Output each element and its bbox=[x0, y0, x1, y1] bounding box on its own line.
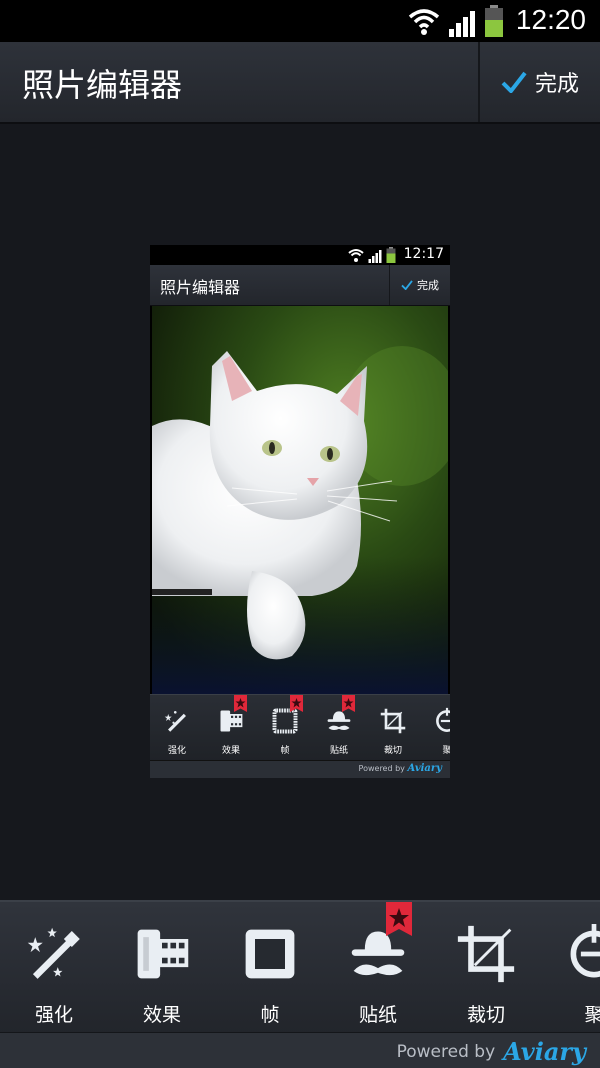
preview-tool-label: 聚 bbox=[442, 746, 450, 756]
done-label: 完成 bbox=[534, 72, 579, 97]
new-badge-icon bbox=[234, 695, 247, 712]
preview-tool-effects: 效果 bbox=[204, 695, 258, 761]
preview-footer: Powered by Aviary bbox=[150, 760, 450, 778]
preview-tool-sticker: 贴纸 bbox=[312, 695, 366, 761]
tool-label: 聚 bbox=[584, 1004, 600, 1026]
powered-text: Powered by bbox=[396, 1041, 496, 1062]
preview-tool-label: 效果 bbox=[221, 746, 240, 756]
crop-icon bbox=[380, 708, 406, 734]
preview-tool-crop: 裁切 bbox=[366, 695, 420, 761]
preview-aviary-logo: Aviary bbox=[407, 763, 442, 774]
tool-label: 帧 bbox=[260, 1004, 280, 1026]
preview-status-icons bbox=[348, 247, 396, 263]
focus-icon bbox=[436, 707, 450, 732]
tool-crop[interactable]: 裁切 bbox=[432, 902, 540, 1034]
preview-powered-by: Powered by Aviary bbox=[359, 763, 442, 774]
new-badge-icon bbox=[290, 695, 303, 712]
tool-enhance[interactable]: 强化 bbox=[0, 902, 108, 1034]
action-bar: 照片编辑器 完成 bbox=[0, 42, 600, 124]
preview-tool-frame: 帧 bbox=[258, 695, 312, 761]
signal-icon bbox=[449, 11, 475, 37]
wifi-icon bbox=[408, 9, 440, 35]
preview-toolbar: 强化 效果 帧 贴纸 裁切 聚 bbox=[150, 694, 450, 761]
editor-canvas: 12:17 照片编辑器 完成 强化 效果 帧 贴纸 裁切 聚 Powered b… bbox=[0, 124, 600, 900]
tool-label: 强化 bbox=[34, 1004, 73, 1026]
preview-done-button: 完成 bbox=[390, 265, 450, 305]
checkmark-icon bbox=[401, 280, 413, 290]
focus-icon bbox=[570, 924, 600, 978]
status-icons bbox=[408, 5, 504, 37]
checkmark-icon bbox=[501, 71, 527, 93]
tool-label: 效果 bbox=[142, 1004, 181, 1026]
aviary-logo: Aviary bbox=[503, 1037, 586, 1066]
tool-label: 贴纸 bbox=[358, 1004, 397, 1026]
tool-strip: 强化 效果 帧 贴纸 裁切 聚 bbox=[0, 900, 600, 1034]
tool-effects[interactable]: 效果 bbox=[108, 902, 216, 1034]
powered-by: Powered by Aviary bbox=[397, 1037, 586, 1066]
page-title: 照片编辑器 bbox=[22, 66, 183, 104]
preview-tool-label: 帧 bbox=[280, 746, 290, 756]
preview-image[interactable]: 12:17 照片编辑器 完成 强化 效果 帧 贴纸 裁切 聚 Powered b… bbox=[150, 245, 450, 778]
film-roll-icon bbox=[137, 929, 189, 979]
preview-tool-enhance: 强化 bbox=[150, 695, 204, 761]
tool-frame[interactable]: 帧 bbox=[216, 902, 324, 1034]
battery-icon bbox=[386, 247, 396, 263]
signal-icon bbox=[368, 250, 382, 263]
preview-tool-focus: 聚 bbox=[420, 695, 450, 761]
tool-focus[interactable]: 聚 bbox=[540, 902, 600, 1034]
magic-wand-icon bbox=[164, 710, 186, 732]
cat-photo bbox=[152, 306, 448, 694]
wifi-icon bbox=[348, 249, 364, 262]
preview-done-label: 完成 bbox=[417, 279, 439, 292]
frame-icon bbox=[245, 929, 295, 979]
new-badge-icon bbox=[386, 902, 412, 936]
new-badge-icon bbox=[342, 695, 355, 712]
preview-tool-label: 贴纸 bbox=[329, 746, 348, 756]
powered-by-footer: Powered by Aviary bbox=[0, 1032, 600, 1068]
magic-wand-icon bbox=[27, 927, 80, 979]
preview-action-bar: 照片编辑器 完成 bbox=[150, 265, 450, 306]
done-button[interactable]: 完成 bbox=[480, 42, 600, 122]
preview-powered-text: Powered by bbox=[358, 764, 405, 773]
tool-label: 裁切 bbox=[466, 1004, 505, 1026]
status-time: 12:20 bbox=[515, 4, 586, 35]
tool-sticker[interactable]: 贴纸 bbox=[324, 902, 432, 1034]
preview-status-time: 12:17 bbox=[403, 246, 444, 262]
preview-tool-label: 裁切 bbox=[383, 746, 402, 756]
crop-icon bbox=[457, 925, 515, 983]
battery-icon bbox=[485, 5, 503, 37]
preview-tool-label: 强化 bbox=[167, 746, 186, 756]
preview-status-bar: 12:17 bbox=[150, 245, 450, 265]
preview-title: 照片编辑器 bbox=[160, 278, 241, 297]
status-bar: 12:20 bbox=[0, 0, 600, 42]
